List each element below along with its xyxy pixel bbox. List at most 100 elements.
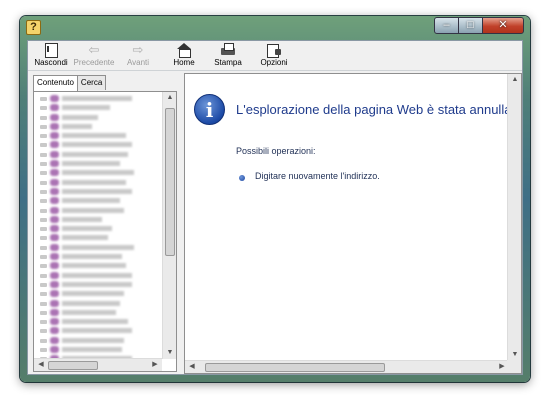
- tree-expander-icon[interactable]: [40, 310, 47, 315]
- tree-expander-icon[interactable]: [40, 227, 47, 232]
- tree-expander-icon[interactable]: [40, 348, 47, 353]
- tree-item[interactable]: [34, 299, 162, 308]
- book-icon: [50, 197, 59, 205]
- tree-expander-icon[interactable]: [40, 189, 47, 194]
- book-icon: [50, 299, 59, 307]
- toolbar: Nascondi ⇦ Precedente ⇨ Avanti Home Stam…: [28, 41, 522, 71]
- printer-icon: [220, 43, 236, 57]
- tree-item[interactable]: [34, 159, 162, 168]
- tree-expander-icon[interactable]: [40, 199, 47, 204]
- tree-vertical-scrollbar[interactable]: ▲ ▼: [162, 92, 176, 359]
- tree-expander-icon[interactable]: [40, 134, 47, 139]
- tree-item[interactable]: [34, 336, 162, 345]
- tree-item[interactable]: [34, 308, 162, 317]
- topic-hscroll-thumb[interactable]: [205, 363, 385, 372]
- tree-item[interactable]: [34, 168, 162, 177]
- tree-expander-icon[interactable]: [40, 106, 47, 111]
- tree-item[interactable]: [34, 94, 162, 103]
- tree-item[interactable]: [34, 326, 162, 335]
- tree-item[interactable]: [34, 345, 162, 354]
- tree-scroll-thumb[interactable]: [165, 108, 175, 256]
- scroll-right-icon[interactable]: ▶: [148, 361, 162, 369]
- tree-item[interactable]: [34, 140, 162, 149]
- tree-item[interactable]: [34, 178, 162, 187]
- tree-expander-icon[interactable]: [40, 329, 47, 334]
- help-book-icon[interactable]: ?: [26, 20, 41, 35]
- tab-search[interactable]: Cerca: [76, 75, 107, 90]
- close-button[interactable]: ✕: [482, 17, 524, 34]
- tree-expander-icon[interactable]: [40, 217, 47, 222]
- tree-item[interactable]: [34, 206, 162, 215]
- back-button[interactable]: ⇦ Precedente: [71, 43, 117, 69]
- home-icon: [176, 43, 192, 58]
- tree-item-label: [62, 328, 132, 334]
- tree-expander-icon[interactable]: [40, 301, 47, 306]
- tree-expander-icon[interactable]: [40, 245, 47, 250]
- tree-item[interactable]: [34, 224, 162, 233]
- options-button[interactable]: Opzioni: [259, 43, 289, 69]
- tree-item[interactable]: [34, 131, 162, 140]
- tree-expander-icon[interactable]: [40, 264, 47, 269]
- tree-expander-icon[interactable]: [40, 292, 47, 297]
- tree-horizontal-scrollbar[interactable]: ◀ ▶: [34, 358, 162, 371]
- tree-item[interactable]: [34, 289, 162, 298]
- tree-item[interactable]: [34, 280, 162, 289]
- tree-item[interactable]: [34, 196, 162, 205]
- tree-hscroll-thumb[interactable]: [48, 361, 98, 370]
- scroll-left-icon[interactable]: ◀: [34, 361, 48, 369]
- tree-item-label: [62, 226, 112, 232]
- home-button[interactable]: Home: [171, 43, 197, 69]
- tree-item[interactable]: [34, 317, 162, 326]
- tree-expander-icon[interactable]: [40, 152, 47, 157]
- hide-button[interactable]: Nascondi: [34, 43, 68, 69]
- tree-expander-icon[interactable]: [40, 208, 47, 213]
- tree-expander-icon[interactable]: [40, 171, 47, 176]
- tree-expander-icon[interactable]: [40, 97, 47, 101]
- tree-item-label: [62, 263, 126, 269]
- tree-expander-icon[interactable]: [40, 143, 47, 148]
- tree-expander-icon[interactable]: [40, 255, 47, 260]
- print-button[interactable]: Stampa: [213, 43, 243, 69]
- topic-scroll-left-icon[interactable]: ◀: [185, 363, 199, 371]
- contents-tree[interactable]: ▲ ▼ ◀ ▶: [33, 91, 177, 372]
- scroll-up-icon[interactable]: ▲: [163, 94, 176, 102]
- book-icon: [50, 327, 59, 335]
- tree-item[interactable]: [34, 113, 162, 122]
- tree-expander-icon[interactable]: [40, 338, 47, 343]
- print-button-label: Stampa: [214, 58, 242, 67]
- tree-item[interactable]: [34, 187, 162, 196]
- forward-button[interactable]: ⇨ Avanti: [124, 43, 152, 69]
- maximize-button[interactable]: □: [458, 17, 483, 34]
- tree-item-label: [62, 151, 128, 157]
- topic-scroll-up-icon[interactable]: ▲: [508, 76, 521, 84]
- tree-item[interactable]: [34, 103, 162, 112]
- tree-item[interactable]: [34, 243, 162, 252]
- book-icon: [50, 271, 59, 279]
- tree-expander-icon[interactable]: [40, 282, 47, 287]
- tree-expander-icon[interactable]: [40, 115, 47, 120]
- tree-item[interactable]: [34, 271, 162, 280]
- tree-item[interactable]: [34, 233, 162, 242]
- scroll-down-icon[interactable]: ▼: [163, 349, 176, 357]
- tree-item[interactable]: [34, 122, 162, 131]
- book-icon: [50, 187, 59, 195]
- minimize-button[interactable]: –: [434, 17, 459, 34]
- topic-vertical-scrollbar[interactable]: ▲ ▼: [507, 74, 521, 361]
- tree-expander-icon[interactable]: [40, 273, 47, 278]
- title-bar[interactable]: ? – □ ✕: [20, 16, 530, 40]
- hide-button-label: Nascondi: [34, 58, 68, 67]
- topic-pane: i L'esplorazione della pagina Web è stat…: [184, 73, 522, 374]
- tree-item[interactable]: [34, 150, 162, 159]
- tree-expander-icon[interactable]: [40, 236, 47, 241]
- tree-expander-icon[interactable]: [40, 162, 47, 167]
- tree-item[interactable]: [34, 215, 162, 224]
- topic-horizontal-scrollbar[interactable]: ◀ ▶: [185, 360, 509, 373]
- tree-expander-icon[interactable]: [40, 124, 47, 129]
- tree-item[interactable]: [34, 261, 162, 270]
- tree-item[interactable]: [34, 252, 162, 261]
- book-icon: [50, 95, 59, 102]
- tab-contents[interactable]: Contenuto: [33, 75, 78, 91]
- tree-expander-icon[interactable]: [40, 320, 47, 325]
- tree-expander-icon[interactable]: [40, 180, 47, 185]
- topic-scroll-down-icon[interactable]: ▼: [508, 351, 521, 359]
